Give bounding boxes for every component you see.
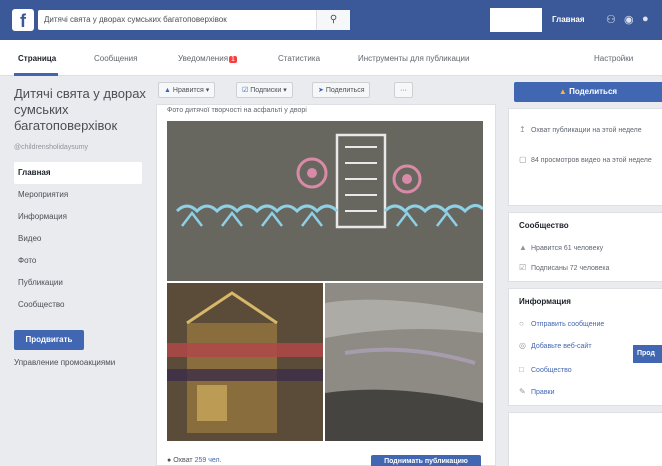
- tab-notifications[interactable]: Уведомления 1: [178, 54, 237, 63]
- reach-icon: ●: [167, 457, 172, 464]
- page-handle[interactable]: @childrensholidaysumy: [14, 144, 88, 151]
- page-nav: Главная Мероприятия Информация Видео Фот…: [14, 162, 142, 316]
- home-link[interactable]: Главная: [552, 15, 585, 24]
- tab-notifications-label: Уведомления: [178, 54, 229, 63]
- tab-publishing-tools[interactable]: Инструменты для публикации: [358, 54, 469, 63]
- tab-statistics[interactable]: Статистика: [278, 54, 320, 63]
- community-likes[interactable]: ▲ Нравится 61 человеку: [519, 243, 603, 252]
- community-followers-text: Подписаны 72 человека: [531, 265, 610, 272]
- tab-settings[interactable]: Настройки: [594, 54, 633, 63]
- info-card: Информация ○ Отправить сообщение ◎ Добавьт…: [508, 288, 662, 406]
- tab-messages[interactable]: Сообщения: [94, 54, 137, 63]
- community-followers[interactable]: ☑ Подписаны 72 человека: [519, 263, 610, 272]
- empty-card: [508, 412, 662, 466]
- page-action-bar: ▲ Нравится ▾ ☑ Подписки ▾ ➤ Поделиться ·…: [156, 78, 496, 102]
- share-page-button[interactable]: ➤ Поделиться: [312, 82, 371, 98]
- page-icon: □: [519, 365, 524, 374]
- like-page-label: Нравится ▾: [172, 87, 210, 94]
- globe-icon: ◎: [519, 341, 526, 350]
- rules-link-row[interactable]: ✎ Правки: [519, 387, 555, 396]
- boost-post-button[interactable]: Поднимать публикацию: [371, 455, 481, 466]
- send-message-link[interactable]: Отправить сообщение: [531, 321, 604, 328]
- post-caption: Фото дитячої творчості на асфальті у дво…: [167, 107, 307, 114]
- post-card: Фото дитячої творчості на асфальті у дво…: [156, 104, 496, 466]
- video-icon: ▢: [519, 155, 527, 164]
- info-title: Информация: [519, 297, 571, 306]
- messenger-icon[interactable]: ◉: [624, 13, 634, 26]
- post-photo-asphalt[interactable]: [325, 283, 483, 441]
- search-button[interactable]: ⚲: [316, 10, 350, 30]
- community-card: Сообщество ▲ Нравится 61 человеку ☑ Подпис…: [508, 212, 662, 282]
- send-button[interactable]: Прод: [633, 345, 662, 363]
- community-title: Сообщество: [519, 221, 569, 230]
- community-likes-text: Нравится 61 человеку: [531, 245, 604, 252]
- chalk-drawing-image: [167, 121, 483, 281]
- community-link[interactable]: Сообщество: [531, 367, 572, 374]
- notifications-icon[interactable]: ●: [642, 13, 649, 25]
- notification-badge: 1: [229, 56, 237, 63]
- nav-item-posts[interactable]: Публикации: [14, 272, 142, 294]
- follow-page-label: Подписки ▾: [250, 87, 287, 94]
- community-link-row[interactable]: □ Сообщество: [519, 365, 572, 374]
- more-options-button[interactable]: ···: [394, 82, 413, 98]
- send-message-row[interactable]: ○ Отправить сообщение: [519, 319, 604, 328]
- nav-item-photos[interactable]: Фото: [14, 250, 142, 272]
- add-website-link[interactable]: Добавьте веб-сайт: [531, 343, 592, 350]
- promote-button[interactable]: Продвигать: [14, 330, 84, 350]
- share-button[interactable]: ▲ Поделиться: [514, 82, 662, 102]
- nav-item-video[interactable]: Видео: [14, 228, 142, 250]
- thumbs-up-icon: ▲: [519, 243, 527, 252]
- stats-card: ↥ Охват публикации на этой неделе ▢ 84 про…: [508, 108, 662, 206]
- chart-icon: ↥: [519, 125, 526, 134]
- like-icon: ▲: [164, 87, 171, 94]
- nav-item-info[interactable]: Информация: [14, 206, 142, 228]
- page-tabs-bar: Страница Сообщения Уведомления 1 Статисти…: [0, 40, 662, 76]
- nav-item-events[interactable]: Мероприятия: [14, 184, 142, 206]
- reach-label: Охват: [173, 457, 193, 464]
- friends-icon[interactable]: ⚇: [606, 13, 616, 26]
- stats-video-row[interactable]: ▢ 84 просмотров видео на этой неделе: [519, 155, 652, 164]
- search-input[interactable]: Дитячі свята у дворах сумських багатопов…: [44, 15, 227, 24]
- stats-video-text: 84 просмотров видео на этой неделе: [531, 157, 652, 164]
- stats-reach-row[interactable]: ↥ Охват публикации на этой неделе: [519, 125, 642, 134]
- profile-avatar-box[interactable]: [490, 8, 542, 32]
- chalk-house-image: [167, 283, 323, 441]
- post-reach: ● Охват 259 чел.: [167, 457, 222, 464]
- search-icon: ⚲: [329, 14, 338, 25]
- warning-icon: ▲: [558, 87, 567, 96]
- pencil-icon: ✎: [519, 387, 526, 396]
- tab-page[interactable]: Страница: [18, 54, 56, 63]
- followers-icon: ☑: [519, 263, 527, 272]
- post-photo-main[interactable]: [167, 121, 483, 281]
- active-tab-indicator: [14, 73, 58, 76]
- rules-link[interactable]: Правки: [531, 389, 555, 396]
- nav-item-home[interactable]: Главная: [14, 162, 142, 184]
- post-photo-house[interactable]: [167, 283, 323, 441]
- like-page-button[interactable]: ▲ Нравится ▾: [158, 82, 216, 98]
- add-website-row[interactable]: ◎ Добавьте веб-сайт: [519, 341, 592, 350]
- manage-promotions-link[interactable]: Управление промоакциями: [14, 358, 115, 367]
- follow-icon: ☑: [242, 87, 249, 94]
- nav-item-community[interactable]: Сообщество: [14, 294, 142, 316]
- facebook-logo[interactable]: f: [12, 9, 34, 31]
- share-button-label: Поделиться: [569, 87, 618, 96]
- follow-page-button[interactable]: ☑ Подписки ▾: [236, 82, 293, 98]
- top-bar: f Дитячі свята у дворах сумських багатоп…: [0, 0, 662, 40]
- page-title[interactable]: Дитячі свята у дворах сумських багатопов…: [14, 86, 154, 134]
- reach-value-link[interactable]: 259 чел.: [195, 457, 222, 464]
- share-page-label: Поделиться: [325, 87, 365, 94]
- search-field[interactable]: Дитячі свята у дворах сумських багатопов…: [38, 10, 350, 30]
- stats-reach-text: Охват публикации на этой неделе: [531, 127, 642, 134]
- share-icon: ➤: [318, 87, 324, 94]
- chalk-asphalt-image: [325, 283, 483, 441]
- message-icon: ○: [519, 319, 524, 328]
